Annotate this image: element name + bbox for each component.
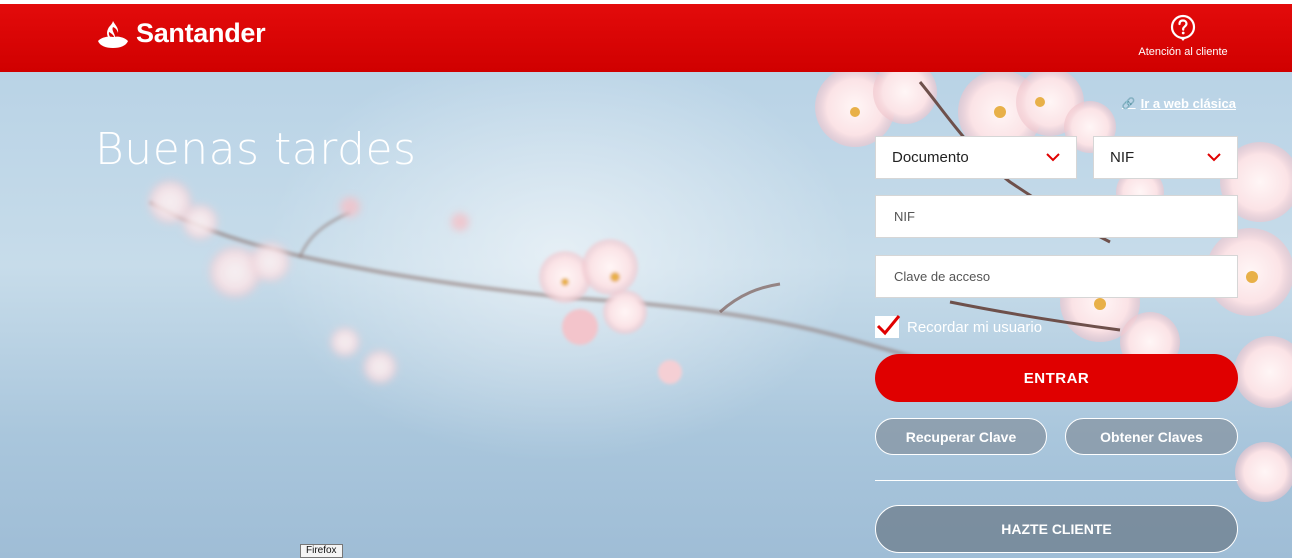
recover-password-button[interactable]: Recuperar Clave — [875, 418, 1047, 455]
remember-user-toggle[interactable]: Recordar mi usuario — [875, 315, 1043, 338]
question-bubble-icon — [1170, 14, 1196, 41]
become-client-button[interactable]: HAZTE CLIENTE — [875, 505, 1238, 553]
obtain-credentials-button[interactable]: Obtener Claves — [1065, 418, 1238, 455]
link-icon: 🔗 — [1121, 98, 1136, 110]
brand-name: Santander — [136, 18, 266, 48]
santander-logo[interactable]: Santander — [96, 18, 266, 49]
chevron-down-icon — [1207, 153, 1221, 162]
divider — [875, 480, 1238, 481]
classic-web-link[interactable]: 🔗 Ir a web clásica — [1122, 96, 1236, 111]
remember-checkbox[interactable] — [875, 315, 901, 338]
browser-tooltip: Firefox — [300, 544, 343, 558]
site-header: Santander Atención al cliente — [0, 4, 1292, 72]
chevron-down-icon — [1046, 153, 1060, 162]
flame-icon — [98, 20, 128, 48]
password-placeholder: Clave de acceso — [894, 269, 991, 284]
remember-label: Recordar mi usuario — [907, 318, 1043, 336]
greeting-title: Buenas tardes — [95, 124, 417, 175]
customer-service-label: Atención al cliente — [1138, 46, 1228, 58]
nif-placeholder: NIF — [894, 209, 915, 224]
checkmark-icon — [876, 315, 901, 336]
password-input[interactable]: Clave de acceso — [875, 255, 1238, 298]
document-type-value: Documento — [892, 149, 969, 166]
document-type-select[interactable]: Documento — [875, 136, 1077, 179]
classic-web-label: Ir a web clásica — [1140, 96, 1236, 111]
enter-button[interactable]: ENTRAR — [875, 354, 1238, 402]
customer-service-button[interactable]: Atención al cliente — [1128, 14, 1238, 58]
id-type-select[interactable]: NIF — [1093, 136, 1238, 179]
id-type-value: NIF — [1110, 149, 1135, 166]
nif-input[interactable]: NIF — [875, 195, 1238, 238]
